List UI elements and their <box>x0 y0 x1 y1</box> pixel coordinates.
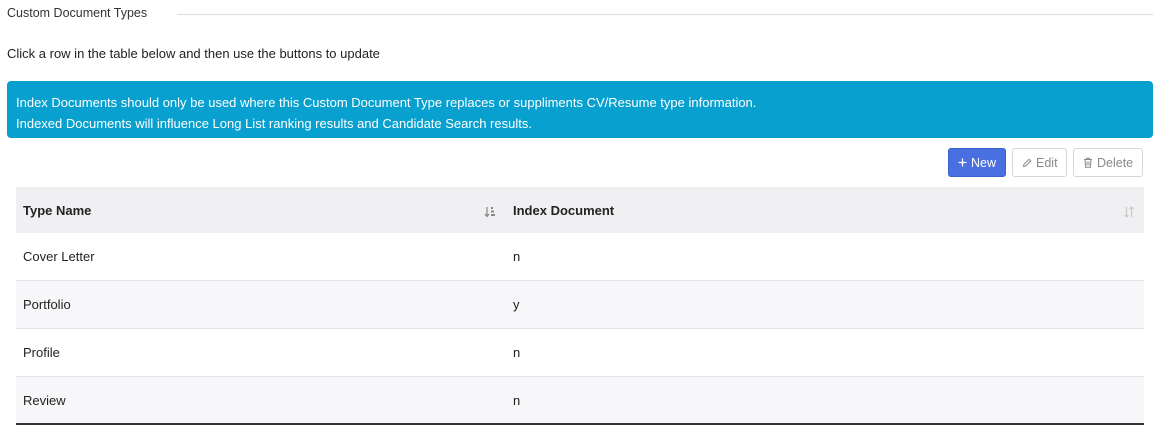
table-row[interactable]: Cover Letter n <box>16 233 1144 281</box>
plus-icon <box>958 158 967 167</box>
new-button-label: New <box>971 155 997 170</box>
alert-line-1: Index Documents should only be used wher… <box>16 95 757 110</box>
edit-button[interactable]: Edit <box>1012 148 1067 177</box>
cell-index-document: y <box>513 297 520 312</box>
column-label-type-name: Type Name <box>23 202 92 218</box>
column-header-index-document[interactable]: Index Document <box>505 187 1144 233</box>
column-header-type-name[interactable]: Type Name <box>16 187 505 233</box>
alert-line-2: Indexed Documents will influence Long Li… <box>16 116 532 131</box>
cell-type-name: Cover Letter <box>23 249 95 264</box>
trash-icon <box>1083 157 1093 168</box>
cell-index-document: n <box>513 345 521 360</box>
document-types-table: Type Name Index Document Cover Letter n … <box>16 187 1144 425</box>
new-button[interactable]: New <box>948 148 1006 177</box>
cell-type-name: Review <box>23 392 66 408</box>
cell-index-document: n <box>513 392 521 408</box>
edit-button-label: Edit <box>1036 155 1058 170</box>
section-legend: Custom Document Types <box>7 6 1153 22</box>
column-label-index-document: Index Document <box>513 202 615 218</box>
sort-ascending-icon[interactable] <box>484 206 496 221</box>
cell-type-name: Portfolio <box>23 297 71 312</box>
table-toolbar: New Edit Delete <box>948 148 1143 177</box>
cell-type-name: Profile <box>23 345 60 360</box>
section-title: Custom Document Types <box>7 6 164 20</box>
cell-index-document: n <box>513 249 521 264</box>
delete-button-label: Delete <box>1097 155 1134 170</box>
table-row[interactable]: Review n <box>16 377 1144 425</box>
legend-divider <box>177 14 1153 15</box>
pencil-icon <box>1022 158 1032 168</box>
table-row[interactable]: Portfolio y <box>16 281 1144 329</box>
delete-button[interactable]: Delete <box>1073 148 1143 177</box>
instructions-text: Click a row in the table below and then … <box>7 46 380 61</box>
table-row[interactable]: Profile n <box>16 329 1144 377</box>
sort-unsorted-icon[interactable] <box>1123 206 1135 221</box>
info-alert: Index Documents should only be used wher… <box>7 81 1153 138</box>
table-header: Type Name Index Document <box>16 187 1144 233</box>
